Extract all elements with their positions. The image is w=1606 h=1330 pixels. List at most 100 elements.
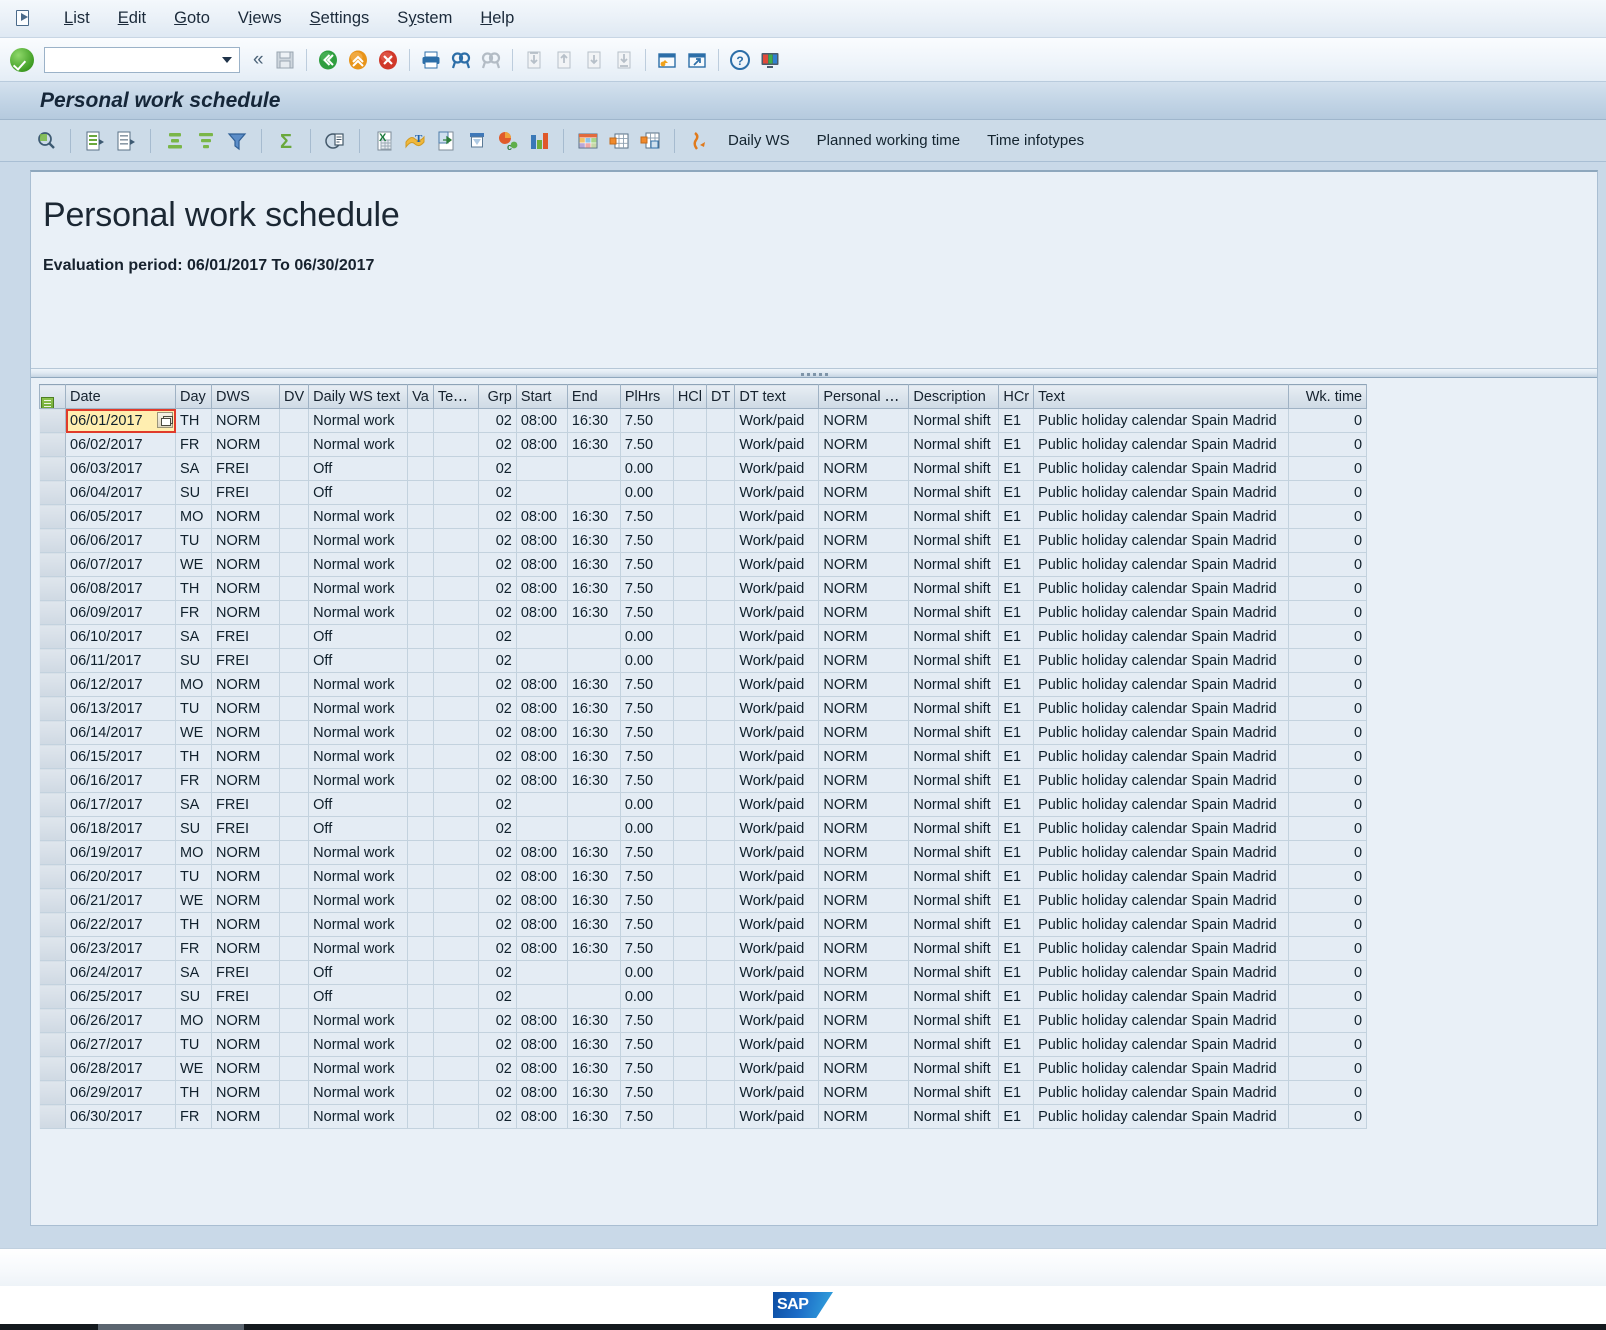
cell-dv[interactable] [279, 504, 310, 529]
cell-dws[interactable]: NORM [211, 528, 280, 553]
cell-dv[interactable] [279, 600, 310, 625]
cell-dws[interactable]: FREI [211, 624, 280, 649]
cell-grp[interactable]: 02 [478, 1008, 517, 1033]
cell-hcl[interactable] [673, 936, 708, 961]
column-header-hcl[interactable]: HCl [672, 384, 708, 409]
cell-hcr[interactable]: E1 [998, 696, 1035, 721]
cell-date[interactable]: 06/09/2017 [65, 600, 176, 625]
table-row[interactable]: 06/10/2017 SA FREI Off 02 0.00 Work/paid NORM No… [39, 624, 1368, 649]
cell-hcl[interactable] [673, 792, 708, 817]
cell-dws_text[interactable]: Normal work [308, 1056, 409, 1081]
cell-dt[interactable] [706, 768, 736, 793]
cell-day[interactable]: MO [175, 1008, 212, 1033]
cell-description[interactable]: Normal shift [908, 696, 1000, 721]
cell-va[interactable] [407, 816, 434, 841]
cell-end[interactable]: 16:30 [567, 600, 621, 625]
cell-dt[interactable] [706, 432, 736, 457]
cell-dws[interactable]: NORM [211, 1056, 280, 1081]
cell-day[interactable]: SA [175, 792, 212, 817]
cell-date[interactable]: 06/19/2017 [65, 840, 176, 865]
cell-dws_text[interactable]: Normal work [308, 672, 409, 697]
cell-end[interactable] [567, 624, 621, 649]
cell-dt_text[interactable]: Work/paid [734, 696, 820, 721]
cell-va[interactable] [407, 888, 434, 913]
cell-text[interactable]: Public holiday calendar Spain Madrid [1033, 552, 1290, 577]
cell-dws_text[interactable]: Off [308, 648, 409, 673]
cell-dt_text[interactable]: Work/paid [734, 816, 820, 841]
table-row[interactable]: 06/26/2017 MO NORM Normal work 02 08:00 16:30 7… [39, 1008, 1368, 1033]
cell-end[interactable] [567, 816, 621, 841]
row-selector[interactable] [39, 456, 66, 481]
cell-description[interactable]: Normal shift [908, 504, 1000, 529]
cell-description[interactable]: Normal shift [908, 1104, 1000, 1129]
cell-text[interactable]: Public holiday calendar Spain Madrid [1033, 696, 1290, 721]
cell-grp[interactable]: 02 [478, 696, 517, 721]
cell-dt[interactable] [706, 984, 736, 1009]
cell-grp[interactable]: 02 [478, 600, 517, 625]
cell-personal[interactable]: NORM [818, 792, 910, 817]
cell-te[interactable] [433, 504, 479, 529]
cell-dt_text[interactable]: Work/paid [734, 1032, 820, 1057]
cancel-icon[interactable] [374, 46, 402, 74]
cell-day[interactable]: MO [175, 672, 212, 697]
cell-description[interactable]: Normal shift [908, 840, 1000, 865]
cell-personal[interactable]: NORM [818, 744, 910, 769]
cell-dt_text[interactable]: Work/paid [734, 648, 820, 673]
cell-plhrs[interactable]: 7.50 [620, 600, 674, 625]
cell-grp[interactable]: 02 [478, 1080, 517, 1105]
row-selector[interactable] [39, 648, 66, 673]
row-selector[interactable] [39, 1080, 66, 1105]
cell-hcl[interactable] [673, 840, 708, 865]
cell-grp[interactable]: 02 [478, 672, 517, 697]
cell-text[interactable]: Public holiday calendar Spain Madrid [1033, 1032, 1290, 1057]
table-row[interactable]: 06/14/2017 WE NORM Normal work 02 08:00 16:30 7… [39, 720, 1368, 745]
cell-text[interactable]: Public holiday calendar Spain Madrid [1033, 816, 1290, 841]
cell-start[interactable]: 08:00 [516, 864, 568, 889]
cell-te[interactable] [433, 864, 479, 889]
table-row[interactable]: 06/20/2017 TU NORM Normal work 02 08:00 16:30 7… [39, 864, 1368, 889]
cell-grp[interactable]: 02 [478, 576, 517, 601]
cell-text[interactable]: Public holiday calendar Spain Madrid [1033, 888, 1290, 913]
row-selector[interactable] [39, 408, 66, 433]
cell-dws_text[interactable]: Normal work [308, 600, 409, 625]
cell-dws[interactable]: NORM [211, 768, 280, 793]
table-row[interactable]: 06/15/2017 TH NORM Normal work 02 08:00 16:30 7… [39, 744, 1368, 769]
cell-end[interactable]: 16:30 [567, 720, 621, 745]
cell-personal[interactable]: NORM [818, 552, 910, 577]
cell-end[interactable]: 16:30 [567, 672, 621, 697]
cell-text[interactable]: Public holiday calendar Spain Madrid [1033, 936, 1290, 961]
cell-grp[interactable]: 02 [478, 504, 517, 529]
time-infotypes-button[interactable]: Time infotypes [975, 128, 1096, 153]
cell-day[interactable]: FR [175, 600, 212, 625]
cell-plhrs[interactable]: 7.50 [620, 888, 674, 913]
cell-wk_time[interactable]: 0 [1288, 528, 1368, 553]
cell-hcl[interactable] [673, 1008, 708, 1033]
cell-personal[interactable]: NORM [818, 600, 910, 625]
menu-item-edit[interactable]: Edit [104, 6, 160, 31]
cell-description[interactable]: Normal shift [908, 912, 1000, 937]
find-next-icon[interactable] [477, 46, 505, 74]
cell-te[interactable] [433, 624, 479, 649]
cell-start[interactable] [516, 480, 568, 505]
cell-day[interactable]: MO [175, 504, 212, 529]
cell-plhrs[interactable]: 7.50 [620, 672, 674, 697]
cell-dws[interactable]: NORM [211, 1032, 280, 1057]
cell-date[interactable]: 06/12/2017 [65, 672, 176, 697]
cell-dv[interactable] [279, 888, 310, 913]
cell-end[interactable]: 16:30 [567, 696, 621, 721]
cell-grp[interactable]: 02 [478, 480, 517, 505]
cell-grp[interactable]: 02 [478, 768, 517, 793]
cell-start[interactable]: 08:00 [516, 504, 568, 529]
cell-va[interactable] [407, 792, 434, 817]
cell-grp[interactable]: 02 [478, 864, 517, 889]
cell-grp[interactable]: 02 [478, 936, 517, 961]
cell-va[interactable] [407, 456, 434, 481]
cell-plhrs[interactable]: 0.00 [620, 456, 674, 481]
cell-grp[interactable]: 02 [478, 912, 517, 937]
cell-end[interactable]: 16:30 [567, 1080, 621, 1105]
previous-page-icon[interactable] [550, 46, 578, 74]
cell-grp[interactable]: 02 [478, 456, 517, 481]
cell-va[interactable] [407, 408, 434, 433]
cell-dv[interactable] [279, 912, 310, 937]
graphic-icon[interactable] [525, 127, 553, 155]
